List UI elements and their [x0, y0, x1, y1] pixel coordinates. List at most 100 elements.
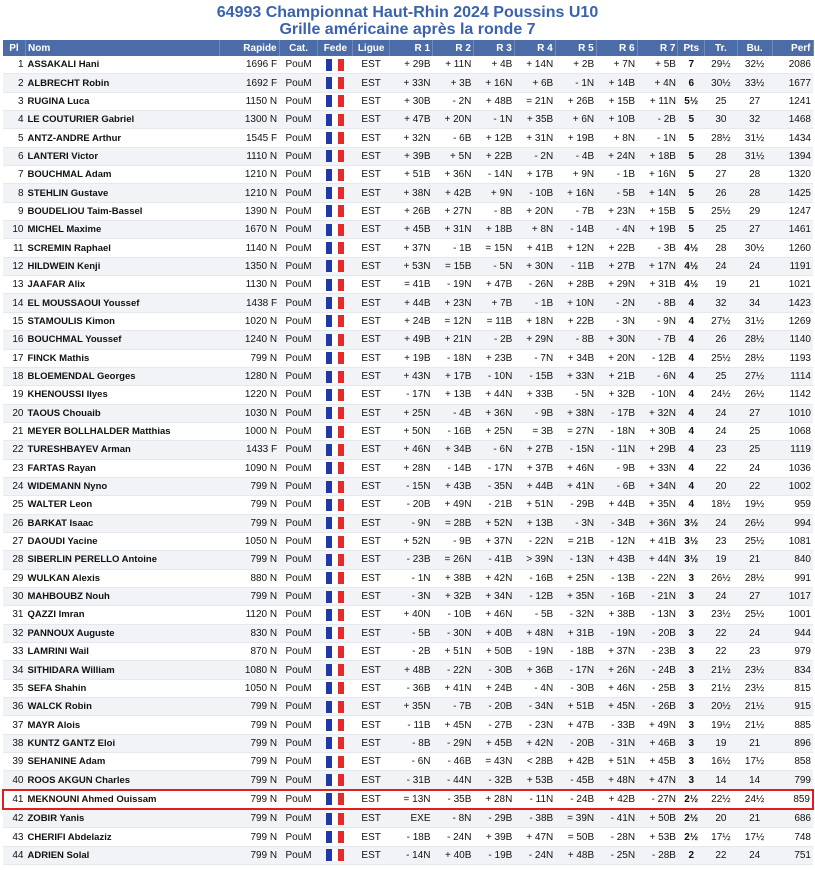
- player-name-link[interactable]: PANNOUX Auguste: [25, 624, 220, 644]
- cell-r2: = 15B: [432, 257, 474, 277]
- player-name-link[interactable]: WIDEMANN Nyno: [25, 477, 220, 497]
- player-name-link[interactable]: BLOEMENDAL Georges: [25, 367, 220, 387]
- cell-r3: = 43N: [473, 752, 515, 772]
- player-name-link[interactable]: HILDWEIN Kenji: [25, 257, 220, 277]
- cell-r6: + 44B: [596, 495, 638, 515]
- player-name-link[interactable]: QAZZI Imran: [25, 605, 220, 625]
- player-name-link[interactable]: ALBRECHT Robin: [25, 73, 220, 93]
- column-header[interactable]: Rapide: [219, 40, 280, 56]
- column-header[interactable]: Pl: [3, 40, 26, 56]
- player-name-link[interactable]: BARKAT Isaac: [25, 514, 220, 533]
- federation-cell: [317, 770, 353, 791]
- cell-r4: > 39N: [514, 550, 556, 570]
- column-header[interactable]: Nom: [25, 40, 221, 56]
- player-name-link[interactable]: LANTERI Victor: [25, 147, 220, 167]
- player-name-link[interactable]: ROOS AKGUN Charles: [25, 770, 220, 791]
- player-name-link[interactable]: SEFA Shahin: [25, 679, 220, 699]
- cell-perf: 748: [772, 827, 813, 847]
- cell-r6: + 8N: [596, 128, 638, 148]
- cell-pl: 12: [3, 257, 26, 277]
- player-name-link[interactable]: FINCK Mathis: [25, 349, 220, 368]
- cell-r2: - 44N: [432, 770, 474, 791]
- cell-pl: 20: [3, 404, 26, 423]
- player-name-link[interactable]: SEHANINE Adam: [25, 752, 220, 772]
- cell-rapide: 799 N: [219, 550, 280, 570]
- column-header[interactable]: R 2: [432, 40, 474, 56]
- player-name-link[interactable]: JAAFAR Alix: [25, 275, 220, 295]
- column-header[interactable]: R 4: [514, 40, 556, 56]
- cell-r7: - 25B: [637, 679, 678, 699]
- player-name-link[interactable]: CHERIFI Abdelaziz: [25, 827, 220, 847]
- column-header[interactable]: R 3: [473, 40, 515, 56]
- cell-r1: - 2B: [389, 642, 433, 662]
- player-name-link[interactable]: SIBERLIN PERELLO Antoine: [25, 550, 220, 570]
- player-name-link[interactable]: ADRIEN Solal: [25, 846, 220, 866]
- cell-r6: - 18N: [596, 422, 638, 442]
- player-name-link[interactable]: TAOUS Chouaib: [25, 404, 220, 423]
- player-name-link[interactable]: TURESHBAYEV Arman: [25, 440, 220, 460]
- player-name-link[interactable]: DAOUDI Yacine: [25, 532, 220, 552]
- cell-r4: = 21N: [514, 92, 556, 112]
- player-name-link[interactable]: WULKAN Alexis: [25, 569, 220, 588]
- player-name-link[interactable]: STAMOULIS Kimon: [25, 312, 220, 332]
- player-name-link[interactable]: ANTZ-ANDRE Arthur: [25, 128, 220, 148]
- cell-cat: PouM: [279, 679, 318, 699]
- player-name-link[interactable]: SCREMIN Raphael: [25, 238, 220, 258]
- column-header[interactable]: Cat.: [279, 40, 319, 56]
- cell-r1: - 20B: [389, 495, 433, 515]
- cell-r1: + 29B: [389, 56, 433, 75]
- player-name-link[interactable]: MEYER BOLLHALDER Matthias: [25, 422, 220, 442]
- player-name-link[interactable]: MEKNOUNI Ahmed Ouissam: [25, 788, 220, 811]
- column-header[interactable]: R 6: [596, 40, 638, 56]
- player-name-link[interactable]: FARTAS Rayan: [25, 459, 220, 478]
- cell-r4: + 30N: [514, 257, 556, 277]
- player-name-link[interactable]: BOUCHMAL Adam: [25, 165, 220, 185]
- column-header[interactable]: Fede: [317, 40, 354, 56]
- player-name-link[interactable]: BOUCHMAL Youssef: [25, 330, 220, 350]
- cell-r7: + 19B: [637, 220, 678, 240]
- cell-r4: - 26N: [514, 275, 556, 295]
- column-header[interactable]: Ligue: [352, 40, 391, 56]
- cell-bu: 21½: [737, 715, 773, 735]
- column-header[interactable]: R 1: [389, 40, 434, 56]
- player-name-link[interactable]: BOUDELIOU Taim-Bassel: [25, 202, 220, 222]
- cell-rapide: 799 N: [219, 477, 280, 497]
- column-header[interactable]: R 5: [555, 40, 597, 56]
- column-header[interactable]: Pts: [677, 40, 706, 56]
- player-name-link[interactable]: LAMRINI Wail: [25, 642, 220, 662]
- player-name-link[interactable]: STEHLIN Gustave: [25, 183, 220, 203]
- column-header[interactable]: Bu.: [737, 40, 773, 56]
- cell-perf: 799: [772, 770, 813, 791]
- column-header[interactable]: Perf: [772, 40, 814, 56]
- column-header[interactable]: R 7: [637, 40, 679, 56]
- cell-tr: 32: [704, 293, 738, 313]
- cell-r4: + 29N: [514, 330, 556, 350]
- player-name-link[interactable]: LE COUTURIER Gabriel: [25, 110, 220, 130]
- cell-perf: 1114: [772, 367, 813, 387]
- federation-cell: [317, 846, 353, 866]
- player-name-link[interactable]: ZOBIR Yanis: [25, 809, 220, 829]
- cell-perf: 1191: [772, 257, 813, 277]
- cell-r5: + 38N: [555, 404, 597, 423]
- player-name-link[interactable]: RUGINA Luca: [25, 92, 220, 112]
- player-name-link[interactable]: ASSAKALI Hani: [25, 56, 220, 75]
- cell-r1: + 30B: [389, 92, 433, 112]
- cell-perf: 686: [772, 809, 813, 829]
- player-name-link[interactable]: SITHIDARA William: [25, 660, 220, 680]
- player-name-link[interactable]: WALTER Leon: [25, 495, 220, 515]
- column-header[interactable]: Tr.: [704, 40, 738, 56]
- cell-r2: - 29N: [432, 734, 474, 754]
- player-name-link[interactable]: MAHBOUBZ Nouh: [25, 587, 220, 607]
- france-flag-icon: [326, 370, 345, 383]
- player-name-link[interactable]: MAYR Alois: [25, 715, 220, 735]
- player-name-link[interactable]: KUNTZ GANTZ Eloi: [25, 734, 220, 754]
- player-name-link[interactable]: KHENOUSSI Ilyes: [25, 385, 220, 405]
- cell-pts: 3: [677, 679, 705, 699]
- player-name-link[interactable]: EL MOUSSAOUI Youssef: [25, 293, 220, 313]
- cell-r3: + 34N: [473, 587, 515, 607]
- player-name-link[interactable]: MICHEL Maxime: [25, 220, 220, 240]
- player-name-link[interactable]: WALCK Robin: [25, 697, 220, 717]
- table-row: 31 QAZZI Imran 1120 N PouM EST + 40N - 10B + 46…: [3, 605, 813, 625]
- cell-ligue: EST: [352, 495, 390, 515]
- cell-r3: - 20B: [473, 697, 515, 717]
